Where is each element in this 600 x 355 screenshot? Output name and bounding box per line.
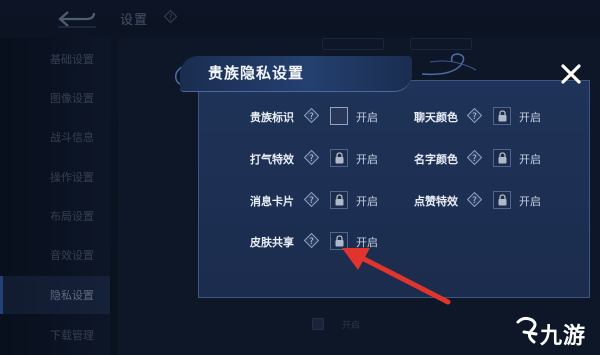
help-icon[interactable]: ? [304, 108, 319, 123]
close-icon[interactable] [559, 62, 583, 86]
help-icon[interactable]: ? [467, 192, 482, 207]
cheer-effect-locked-toggle[interactable] [330, 149, 348, 167]
watermark-text: 九游 [540, 324, 587, 349]
svg-text:?: ? [309, 154, 314, 164]
help-icon[interactable]: ? [304, 150, 319, 165]
chat-color-label: 聊天颜色 [414, 111, 458, 124]
lock-icon [335, 235, 343, 247]
name-color-label: 名字颜色 [414, 153, 458, 166]
name-color-option: 开启 [519, 153, 541, 166]
svg-text:?: ? [309, 237, 314, 247]
cheer-effect-option: 开启 [356, 153, 378, 166]
dialog-title: 贵族隐私设置 [208, 64, 305, 82]
svg-text:?: ? [472, 154, 477, 164]
lock-icon [335, 194, 343, 206]
skin-share-option: 开启 [356, 236, 378, 249]
swirl-ornament [421, 53, 477, 76]
cheer-effect-label: 打气特效 [250, 153, 294, 166]
noble-badge-checkbox[interactable] [330, 107, 348, 125]
svg-text:?: ? [309, 112, 314, 122]
lock-icon [335, 152, 343, 164]
like-effect-locked-toggle[interactable] [493, 191, 511, 209]
help-icon[interactable]: ? [304, 192, 319, 207]
chat-color-option: 开启 [519, 111, 541, 124]
noble-badge-label: 贵族标识 [250, 111, 294, 124]
name-color-locked-toggle[interactable] [493, 149, 511, 167]
svg-text:?: ? [472, 112, 477, 122]
lock-icon [498, 110, 506, 122]
lock-icon [498, 152, 506, 164]
help-icon[interactable]: ? [467, 150, 482, 165]
help-icon[interactable]: ? [304, 233, 319, 248]
message-card-option: 开启 [356, 195, 378, 208]
skin-share-label: 皮肤共享 [250, 236, 294, 249]
svg-text:?: ? [309, 196, 314, 206]
message-card-label: 消息卡片 [250, 195, 294, 208]
message-card-locked-toggle[interactable] [330, 191, 348, 209]
like-effect-option: 开启 [519, 195, 541, 208]
lock-icon [498, 194, 506, 206]
like-effect-label: 点赞特效 [414, 195, 458, 208]
skin-share-locked-toggle[interactable] [330, 232, 348, 250]
noble-badge-option: 开启 [356, 111, 378, 124]
help-icon[interactable]: ? [467, 108, 482, 123]
chat-color-locked-toggle[interactable] [493, 107, 511, 125]
svg-text:?: ? [472, 196, 477, 206]
